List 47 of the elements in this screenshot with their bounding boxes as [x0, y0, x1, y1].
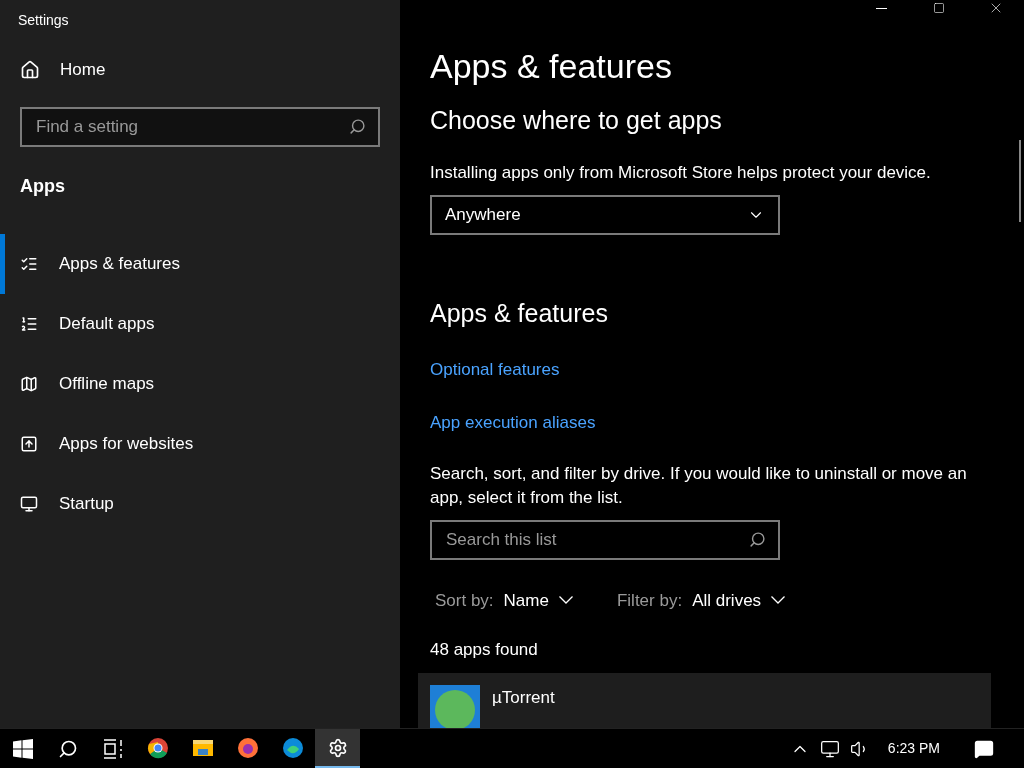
map-icon	[20, 375, 38, 393]
taskbar-app-button[interactable]	[315, 729, 360, 768]
link[interactable]: App execution aliases	[430, 410, 596, 436]
search-icon	[57, 738, 78, 759]
nav-item[interactable]: Apps for websites	[0, 414, 400, 474]
fox-browser-icon	[236, 736, 259, 759]
link[interactable]: Optional features	[430, 356, 560, 382]
search-field[interactable]: Search this list	[430, 519, 780, 560]
list-icon	[20, 255, 38, 273]
section-heading: Apps & features	[430, 298, 608, 329]
description-text: Installing apps only from Microsoft Store helps protect your device.	[430, 161, 931, 184]
home-icon	[20, 60, 40, 80]
source-dropdown[interactable]: Anywhere	[430, 195, 780, 235]
section-heading: Choose where to get apps	[430, 105, 722, 136]
window-title: Settings	[18, 10, 69, 30]
app-list-item[interactable]: µTorrent	[418, 672, 991, 728]
app-icon	[430, 684, 480, 728]
monitor-icon	[20, 495, 38, 513]
settings-icon	[327, 737, 348, 758]
scrollbar[interactable]	[1019, 140, 1021, 222]
restore-icon	[932, 2, 945, 14]
wave-browser-icon	[281, 736, 304, 759]
clock-text[interactable]: 6:23 PM	[887, 738, 940, 759]
home-link[interactable]: Home	[0, 48, 400, 92]
description-text: Search, sort, and filter by drive. If you would like to uninstall or move an app, select it from the list.	[430, 462, 968, 509]
folder-icon	[191, 737, 214, 758]
page-title: Apps & features	[430, 46, 672, 86]
task-view-icon	[101, 738, 124, 759]
search-icon	[749, 530, 766, 548]
nav-item[interactable]: Startup	[0, 474, 400, 534]
windows-logo-icon	[12, 738, 33, 759]
minimize-icon	[876, 7, 887, 9]
section-heading: Apps	[19, 175, 66, 198]
list-icon	[20, 315, 38, 333]
sort-dropdown[interactable]: Sort by: Name	[435, 587, 573, 613]
nav-item[interactable]: Default apps	[0, 294, 400, 354]
search-field[interactable]: Find a setting	[20, 107, 380, 147]
chevron-down-icon	[771, 596, 786, 605]
app-count: 48 apps found	[430, 639, 538, 661]
filter-dropdown[interactable]: Filter by: All drives	[616, 587, 786, 613]
network-icon[interactable]	[819, 738, 840, 759]
upload-square-icon	[20, 435, 38, 453]
search-icon	[349, 118, 366, 135]
browser-icon	[146, 736, 169, 759]
nav-item[interactable]: Offline maps	[0, 354, 400, 414]
chevron-down-icon	[558, 596, 573, 605]
notifications-icon[interactable]	[974, 738, 994, 759]
